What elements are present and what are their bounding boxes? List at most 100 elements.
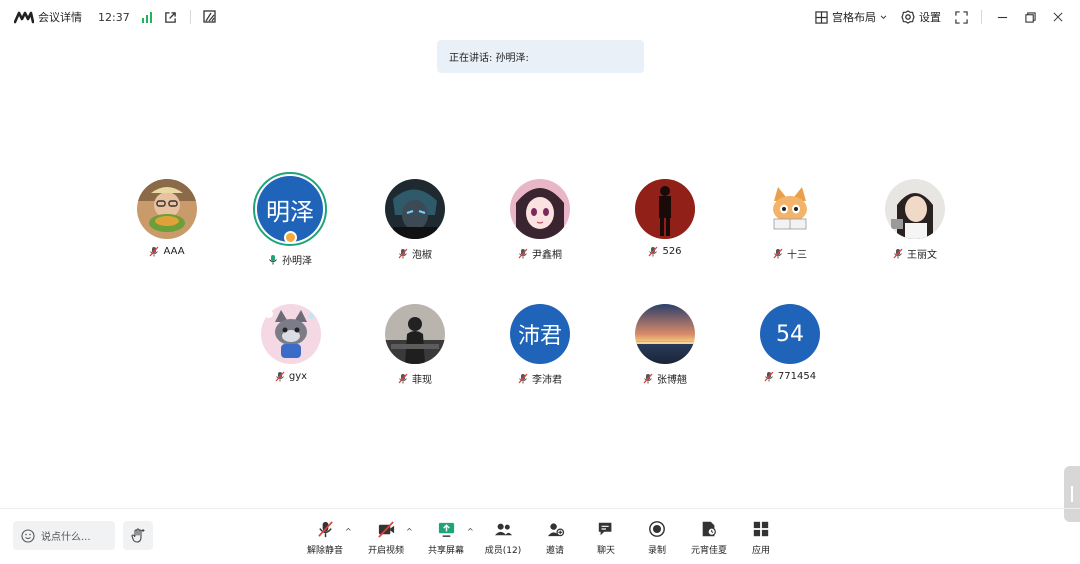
- grid-layout-label: 宫格布局: [832, 11, 876, 24]
- participant-tile[interactable]: gyx: [236, 304, 346, 382]
- participant-tile-speaking[interactable]: 明泽 孙明泽: [235, 172, 345, 267]
- meeting-time: 12:37: [98, 10, 130, 24]
- app-logo-icon: [14, 11, 34, 24]
- unmute-label: 解除静音: [306, 546, 343, 556]
- title-bar: 会议详情 12:37 宫格布局 设置: [0, 0, 1080, 34]
- mic-muted-icon: [398, 248, 408, 259]
- apps-label: 应用: [751, 546, 770, 556]
- settings-button[interactable]: 设置: [901, 9, 941, 25]
- avatar-text: 沛君: [517, 324, 562, 349]
- minimize-icon[interactable]: [994, 9, 1010, 25]
- share-screen-icon: [436, 519, 456, 539]
- avatar-photo-icon: [885, 179, 945, 239]
- avatar-text: 54: [776, 321, 804, 347]
- avatar: [760, 179, 820, 239]
- participant-tile[interactable]: 54 771454: [735, 304, 845, 382]
- side-panel-handle[interactable]: [1064, 466, 1080, 522]
- participant-tile[interactable]: 沛君 李沛君: [485, 304, 595, 386]
- video-off-icon: [376, 519, 396, 539]
- video-options-chevron-icon[interactable]: ^: [406, 527, 413, 536]
- participant-name-text: 526: [662, 246, 682, 257]
- start-video-label: 开启视频: [367, 546, 404, 556]
- avatar: [510, 179, 570, 239]
- record-icon: [647, 519, 667, 539]
- mic-muted-icon: [518, 373, 528, 384]
- participant-name-text: 李沛君: [532, 375, 562, 386]
- apps-grid-icon: [751, 519, 771, 539]
- members-label: 成员(12): [484, 546, 522, 556]
- avatar-photo-icon: [635, 304, 695, 364]
- participant-name-text: 孙明泽: [282, 256, 312, 267]
- participant-name: gyx: [275, 371, 307, 382]
- mic-options-chevron-icon[interactable]: ^: [345, 527, 352, 536]
- meeting-info-link[interactable]: 会议详情: [38, 9, 82, 25]
- participant-name: 尹鑫桐: [518, 246, 562, 261]
- participant-name-text: 王丽文: [907, 250, 937, 261]
- unmute-button[interactable]: 解除静音: [295, 519, 355, 556]
- participant-tile[interactable]: 张博翹: [610, 304, 720, 386]
- participant-name-text: 尹鑫桐: [532, 250, 562, 261]
- mic-muted-icon: [275, 371, 285, 382]
- participant-name: 泡椒: [398, 246, 432, 261]
- mic-muted-icon: [893, 248, 903, 259]
- avatar: 54: [760, 304, 820, 364]
- speaking-ring: 明泽: [253, 172, 327, 246]
- say-something-input[interactable]: 说点什么...: [13, 521, 115, 550]
- avatar-photo-icon: [385, 304, 445, 364]
- host-badge-icon: [284, 231, 297, 244]
- start-video-button[interactable]: 开启视频: [356, 519, 416, 556]
- share-screen-label: 共享屏幕: [427, 546, 464, 556]
- mic-on-icon: [269, 255, 277, 265]
- members-button[interactable]: 成员(12): [473, 519, 533, 556]
- avatar-photo-icon: [510, 179, 570, 239]
- participant-name-text: 771454: [777, 371, 817, 382]
- mic-muted-icon: [648, 246, 658, 257]
- grid-layout-button[interactable]: 宫格布局: [815, 9, 887, 25]
- speaking-indicator: 正在讲话: 孙明泽:: [437, 40, 644, 73]
- chat-icon: [596, 519, 616, 539]
- avatar-text: 明泽: [266, 197, 314, 226]
- meeting-window: 会议详情 12:37 宫格布局 设置 正在讲话: 孙明泽: AAA 明泽 孙明泽…: [0, 0, 1080, 564]
- avatar-photo-icon: [760, 179, 820, 239]
- invite-label: 邀请: [545, 546, 564, 556]
- participant-name: 十三: [773, 246, 807, 261]
- record-button[interactable]: 录制: [627, 519, 687, 556]
- mic-muted-icon: [773, 248, 783, 259]
- network-signal-icon[interactable]: [141, 11, 152, 23]
- apps-button[interactable]: 应用: [731, 519, 791, 556]
- raise-hand-icon: [131, 527, 145, 543]
- mic-off-icon: [315, 519, 335, 539]
- festival-app-label: 元宵佳夏: [690, 546, 727, 556]
- chevron-down-icon: [880, 14, 887, 19]
- fullscreen-icon[interactable]: [953, 9, 969, 25]
- festival-app-button[interactable]: 元宵佳夏: [679, 519, 739, 556]
- security-icon[interactable]: [203, 10, 217, 24]
- participant-tile[interactable]: 菲现: [360, 304, 470, 386]
- avatar: [885, 179, 945, 239]
- app-icon: [699, 519, 719, 539]
- say-something-placeholder: 说点什么...: [41, 532, 91, 543]
- participant-name: 王丽文: [893, 246, 937, 261]
- participant-name: 张博翹: [643, 371, 687, 386]
- participant-tile[interactable]: 王丽文: [860, 179, 970, 261]
- restore-icon[interactable]: [1022, 9, 1038, 25]
- mic-muted-icon: [398, 373, 408, 384]
- raise-hand-button[interactable]: [123, 521, 153, 550]
- participant-tile[interactable]: 尹鑫桐: [485, 179, 595, 261]
- avatar: [385, 304, 445, 364]
- close-icon[interactable]: [1050, 9, 1066, 25]
- grid-icon: [815, 10, 828, 24]
- title-separator: [189, 10, 191, 24]
- mic-muted-icon: [518, 248, 528, 259]
- record-label: 录制: [647, 546, 666, 556]
- participant-tile[interactable]: 泡椒: [360, 179, 470, 261]
- participant-tile[interactable]: 十三: [735, 179, 845, 261]
- mic-muted-icon: [764, 371, 774, 382]
- emoji-icon[interactable]: [21, 528, 35, 543]
- participant-tile[interactable]: 526: [610, 179, 720, 257]
- avatar: 沛君: [510, 304, 570, 364]
- participant-tile[interactable]: AAA: [112, 179, 222, 257]
- external-link-icon[interactable]: [164, 10, 178, 24]
- avatar: [385, 179, 445, 239]
- share-screen-button[interactable]: 共享屏幕: [416, 519, 476, 556]
